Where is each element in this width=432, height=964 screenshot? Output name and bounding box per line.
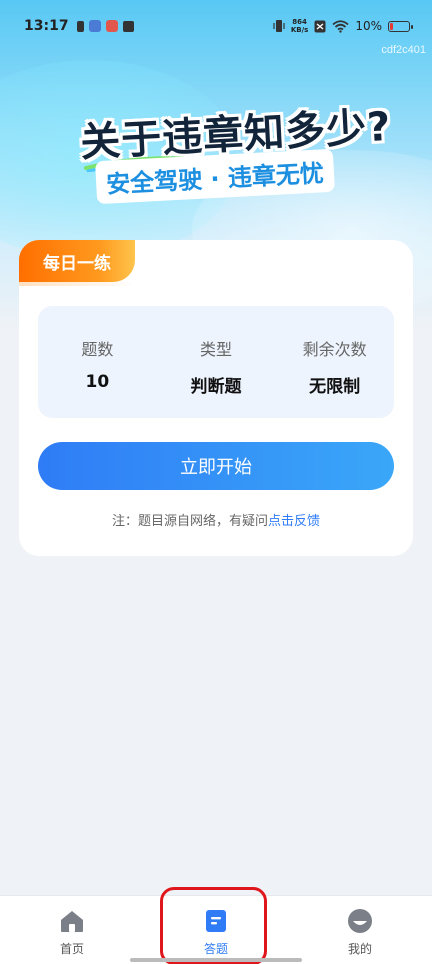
- daily-practice-badge: 每日一练: [19, 240, 135, 286]
- stat-label: 剩余次数: [302, 340, 367, 359]
- wifi-icon: [332, 19, 349, 33]
- nfc-icon: [314, 20, 326, 32]
- stat-question-count: 题数 10: [38, 306, 157, 418]
- status-right: 864 KB/s 10%: [273, 18, 413, 34]
- tab-home[interactable]: 首页: [0, 896, 144, 964]
- hero-title-block: 关于违章知多少? 安全驾驶 · 违章无忧: [70, 100, 392, 205]
- stat-label: 题数: [81, 340, 114, 359]
- daily-practice-card: 每日一练 题数 10 类型 判断题 剩余次数 无限制 立即开始 注：题目源自网络…: [19, 240, 413, 556]
- highlight-annotation: [160, 887, 267, 964]
- profile-icon: [347, 908, 373, 934]
- app-notification-icon: [88, 20, 101, 32]
- notification-icons: [76, 20, 134, 32]
- note-text: 注：题目源自网络，有疑问: [111, 514, 268, 529]
- vibrate-icon: [273, 20, 285, 32]
- source-note: 注：题目源自网络，有疑问点击反馈: [19, 510, 413, 529]
- stat-value: 10: [85, 372, 110, 392]
- network-speed-value: 864: [292, 18, 307, 26]
- status-time: 13:17: [24, 18, 69, 34]
- app-notification-red-icon: [105, 20, 118, 32]
- home-indicator: [130, 958, 302, 962]
- stat-label: 类型: [200, 340, 233, 359]
- stat-value: 判断题: [190, 377, 242, 397]
- battery-percent: 10%: [355, 19, 382, 33]
- sim-icon: [76, 20, 84, 32]
- square-notification-icon: [122, 20, 134, 32]
- battery-icon: [388, 20, 413, 32]
- stat-remaining-attempts: 剩余次数 无限制: [275, 306, 394, 418]
- start-now-button[interactable]: 立即开始: [38, 442, 394, 490]
- tab-label: 我的: [347, 942, 372, 956]
- stat-question-type: 类型 判断题: [157, 306, 276, 418]
- quiz-stats-panel: 题数 10 类型 判断题 剩余次数 无限制: [38, 306, 394, 418]
- network-speed-unit: KB/s: [290, 26, 309, 34]
- feedback-link[interactable]: 点击反馈: [268, 514, 320, 529]
- tab-label: 首页: [59, 942, 84, 956]
- tab-profile[interactable]: 我的: [288, 896, 432, 964]
- network-speed: 864 KB/s: [291, 18, 308, 34]
- stat-value: 无限制: [309, 377, 361, 397]
- status-bar: 13:17 864 KB/s 10%: [0, 0, 432, 52]
- badge-label: 每日一练: [43, 253, 111, 274]
- home-icon: [59, 908, 85, 934]
- watermark: cdf2c401: [381, 44, 426, 56]
